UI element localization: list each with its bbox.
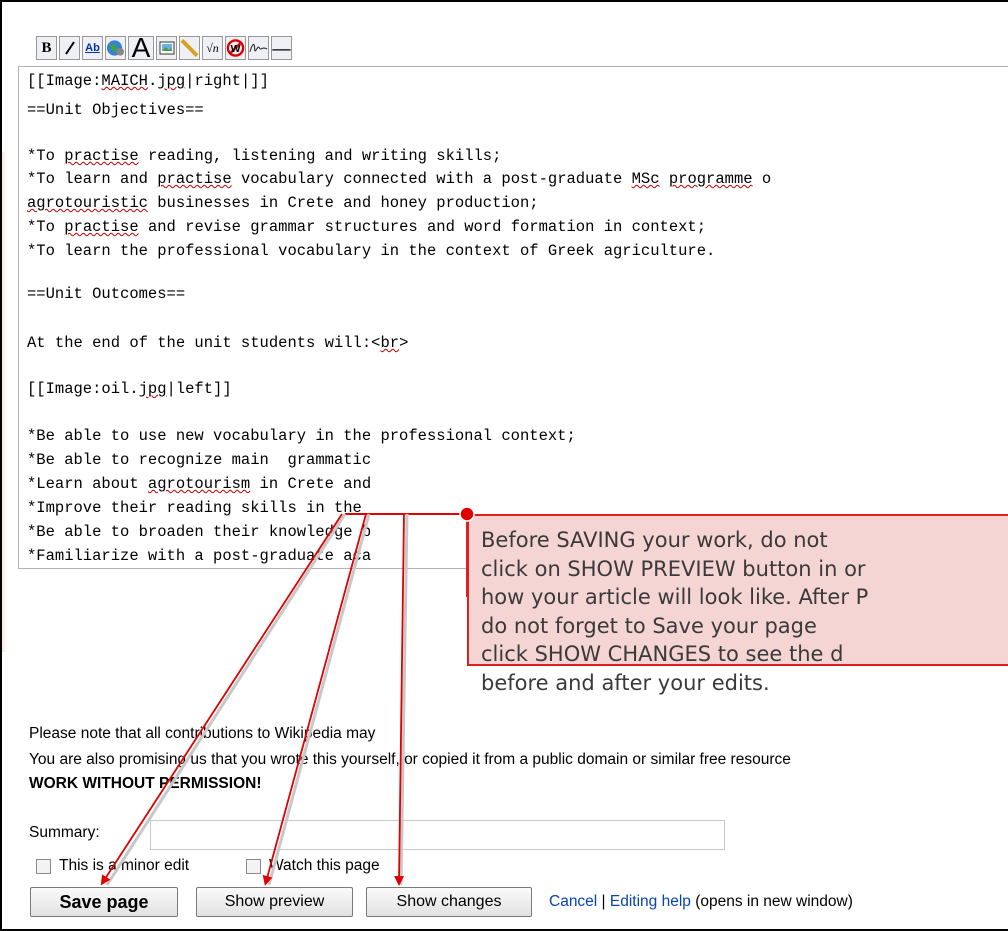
editor-line: *Improve their reading skills in the <box>27 499 362 517</box>
editor-line: *Be able to broaden their knowledge b <box>27 523 372 541</box>
edit-toolbar: B Ab A √n W — <box>36 36 292 64</box>
editor-line: ==Unit Outcomes== <box>27 285 186 303</box>
editor-line: *Familiarize with a post-graduate aca <box>27 547 372 565</box>
media-file-icon[interactable] <box>179 36 200 60</box>
watch-page-label: Watch this page <box>269 857 380 874</box>
italic-icon[interactable] <box>59 36 80 60</box>
edit-links: Cancel | Editing help (opens in new wind… <box>549 893 853 911</box>
internal-link-icon[interactable]: Ab <box>82 36 103 60</box>
contributions-notice: Please note that all contributions to Wi… <box>29 725 376 742</box>
editing-help-note: (opens in new window) <box>690 893 853 910</box>
editor-line: *Learn about agrotourism in Crete and <box>27 475 372 493</box>
editor-line: [[Image:oil.jpg|left]] <box>27 380 232 398</box>
editor-line: *To learn and practise vocabulary connec… <box>27 170 772 188</box>
cancel-link[interactable]: Cancel <box>549 893 597 910</box>
editor-line: *Be able to use new vocabulary in the pr… <box>27 427 576 445</box>
editor-line: *To practise and revise grammar structur… <box>27 218 707 236</box>
watch-page-checkbox[interactable] <box>246 859 261 874</box>
editor-line: *Be able to recognize main grammatic <box>27 451 372 469</box>
headline-icon[interactable]: A <box>128 36 154 60</box>
nowiki-icon[interactable]: W <box>225 36 246 60</box>
editor-line: *To practise reading, listening and writ… <box>27 147 502 165</box>
save-page-button[interactable]: Save page <box>30 887 178 917</box>
horizontal-line-icon[interactable]: — <box>271 36 292 60</box>
copyright-promise-notice: You are also promising us that you wrote… <box>29 751 791 768</box>
editor-line: [[Image:MAICH.jpg|right|]] <box>27 72 269 90</box>
summary-label: Summary: <box>29 824 100 841</box>
minor-edit-label: This is a minor edit <box>59 857 190 874</box>
link-separator: | <box>597 893 610 910</box>
editor-line: *To learn the professional vocabulary in… <box>27 242 716 260</box>
screenshot-frame: B Ab A √n W — [[Image:MAICH.jpg|right|]]… <box>0 0 1008 931</box>
edit-textarea[interactable]: [[Image:MAICH.jpg|right|]] ==Unit Objecti… <box>18 66 1008 569</box>
external-link-icon[interactable] <box>105 36 126 60</box>
svg-text:W: W <box>231 44 241 55</box>
minor-edit-checkbox[interactable] <box>36 859 51 874</box>
signature-icon[interactable] <box>248 36 269 60</box>
bold-icon[interactable]: B <box>36 36 57 60</box>
copyright-warning: WORK WITHOUT PERMISSION! <box>29 775 262 792</box>
show-changes-button[interactable]: Show changes <box>366 887 532 917</box>
left-accent-strip <box>2 152 8 652</box>
editor-line: agrotouristic businesses in Crete and ho… <box>27 194 539 212</box>
show-preview-button[interactable]: Show preview <box>196 887 353 917</box>
summary-input[interactable] <box>150 820 725 850</box>
embedded-image-icon[interactable] <box>156 36 177 60</box>
math-formula-icon[interactable]: √n <box>202 36 223 60</box>
annotation-callout: Before SAVING your work, do not click on… <box>467 514 1008 695</box>
editing-help-link[interactable]: Editing help <box>610 893 691 910</box>
editor-line: At the end of the unit students will:<br… <box>27 334 409 352</box>
editor-line: ==Unit Objectives== <box>27 101 204 119</box>
